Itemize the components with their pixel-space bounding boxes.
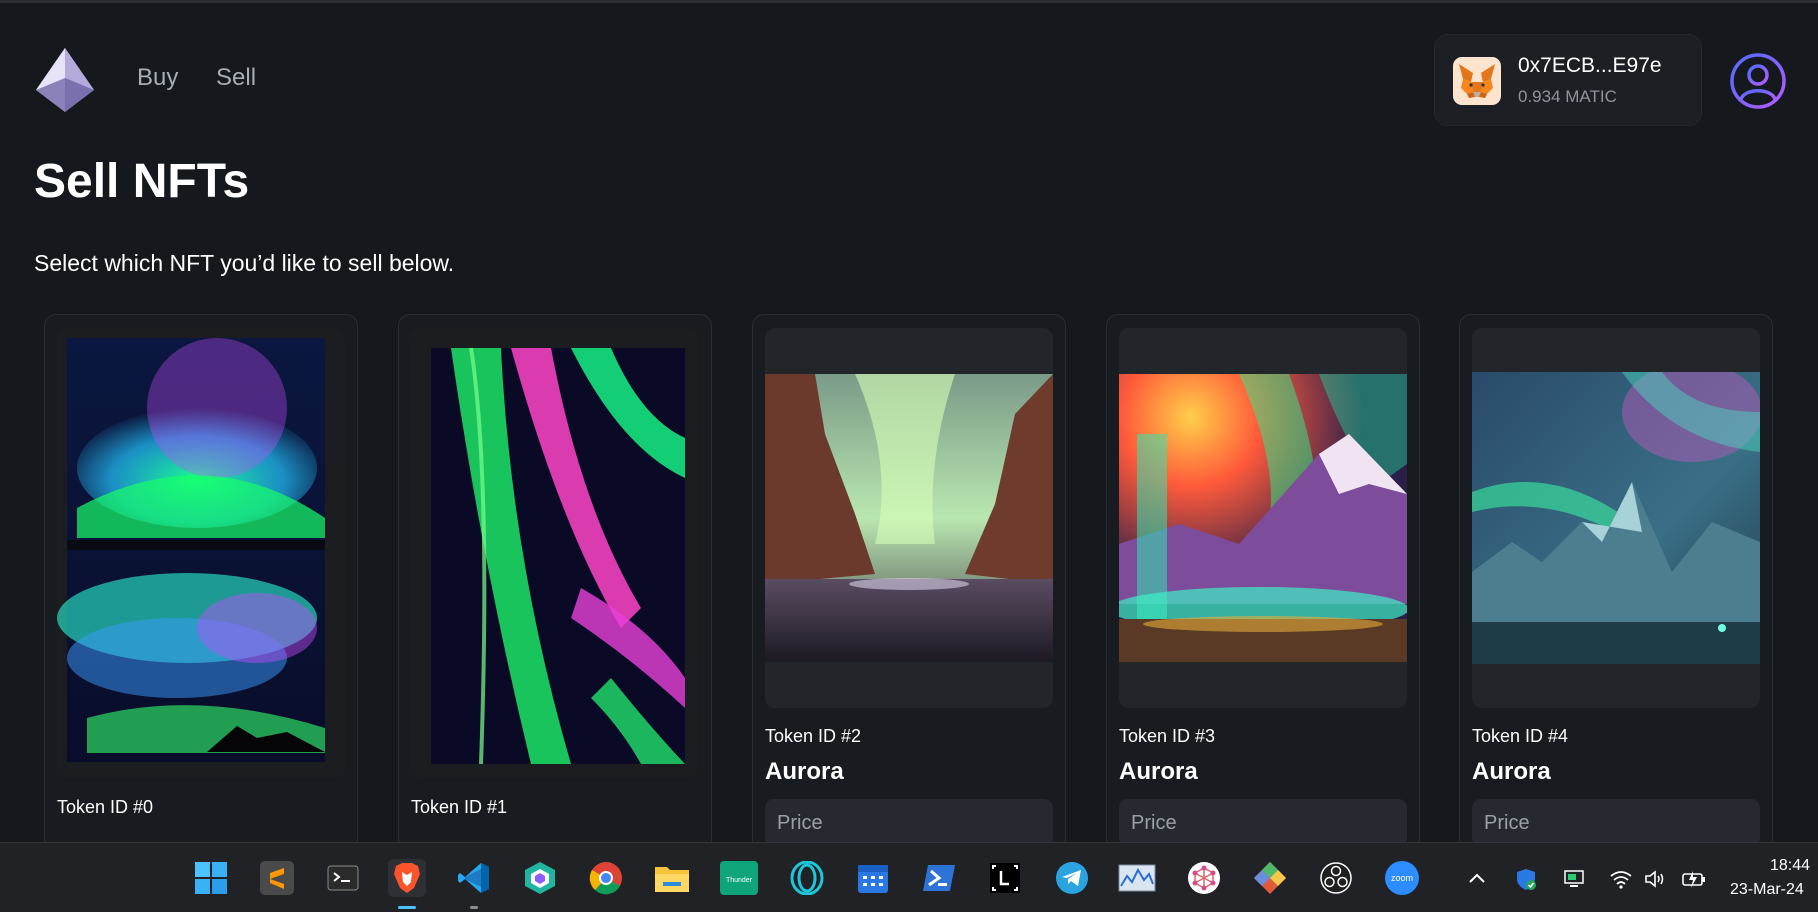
nft-name-3: Aurora [1119, 758, 1198, 785]
taskbar: Thunder zoom 18:44 23-Mar-24 [0, 842, 1818, 912]
nft-card-3[interactable]: Token ID #3 Aurora [1106, 314, 1420, 854]
chrome-icon[interactable] [587, 859, 625, 897]
wallet-address: 0x7ECB...E97e [1518, 54, 1662, 77]
nav-sell-link[interactable]: Sell [216, 64, 256, 92]
nft-image-3 [1119, 328, 1407, 708]
page-title: Sell NFTs [34, 155, 250, 208]
git-icon[interactable] [1251, 859, 1289, 897]
graph-app-icon[interactable] [1185, 859, 1223, 897]
thunder-client-icon[interactable]: Thunder [720, 859, 758, 897]
windows-start-icon[interactable] [192, 859, 230, 897]
nft-card-0[interactable]: Token ID #0 [44, 314, 358, 854]
lightshot-icon[interactable] [986, 859, 1024, 897]
page-subtitle: Select which NFT you’d like to sell belo… [34, 250, 455, 276]
sublime-text-icon[interactable] [258, 859, 296, 897]
battery-charging-icon[interactable] [1681, 867, 1705, 891]
network-device-icon[interactable] [1562, 867, 1586, 891]
price-input-2[interactable] [765, 799, 1053, 847]
nft-name-2: Aurora [765, 758, 844, 785]
volume-icon[interactable] [1643, 867, 1667, 891]
token-id-0: Token ID #0 [57, 797, 154, 817]
calendar-icon[interactable] [854, 859, 892, 897]
nft-card-1[interactable]: Token ID #1 [398, 314, 712, 854]
svg-text:Thunder: Thunder [726, 877, 753, 884]
nft-name-4: Aurora [1472, 758, 1551, 785]
file-explorer-icon[interactable] [653, 859, 691, 897]
marketplace-logo-icon[interactable] [36, 48, 94, 112]
telegram-icon[interactable] [1053, 859, 1091, 897]
windows-security-icon[interactable] [1514, 867, 1538, 891]
nft-card-2[interactable]: Token ID #2 Aurora [752, 314, 1066, 854]
token-id-4: Token ID #4 [1472, 726, 1569, 746]
chevron-up-icon[interactable] [1465, 867, 1489, 891]
running-app-indicator [470, 906, 478, 909]
active-app-indicator [398, 906, 416, 909]
terminal-icon[interactable] [324, 859, 362, 897]
clock-time[interactable]: 18:44 [1770, 857, 1810, 875]
profile-avatar-icon[interactable] [1729, 52, 1787, 110]
vscode-icon[interactable] [455, 859, 493, 897]
window-top-border [0, 0, 1818, 3]
token-id-3: Token ID #3 [1119, 726, 1216, 746]
token-id-1: Token ID #1 [411, 797, 508, 817]
nav-buy-link[interactable]: Buy [137, 64, 178, 92]
wifi-icon[interactable] [1609, 867, 1633, 891]
zoom-icon[interactable]: zoom [1383, 859, 1421, 897]
nft-image-4 [1472, 328, 1760, 708]
resource-monitor-icon[interactable] [1118, 859, 1156, 897]
zoom-label: zoom [1391, 873, 1413, 883]
metamask-fox-icon [1453, 57, 1501, 105]
obs-studio-icon[interactable] [1317, 859, 1355, 897]
wallet-connect-button[interactable]: 0x7ECB...E97e 0.934 MATIC [1434, 34, 1702, 126]
price-input-3[interactable] [1119, 799, 1407, 847]
price-input-4[interactable] [1472, 799, 1760, 847]
powershell-icon[interactable] [920, 859, 958, 897]
nft-image-1 [411, 328, 699, 778]
brave-browser-icon[interactable] [388, 859, 426, 897]
nft-card-4[interactable]: Token ID #4 Aurora [1459, 314, 1773, 854]
nft-image-2 [765, 328, 1053, 708]
token-id-2: Token ID #2 [765, 726, 862, 746]
nft-image-0 [57, 328, 345, 778]
clock-date[interactable]: 23-Mar-24 [1730, 881, 1804, 899]
polygon-app-icon[interactable] [521, 859, 559, 897]
wallet-balance: 0.934 MATIC [1518, 87, 1617, 106]
opera-icon[interactable] [788, 859, 826, 897]
